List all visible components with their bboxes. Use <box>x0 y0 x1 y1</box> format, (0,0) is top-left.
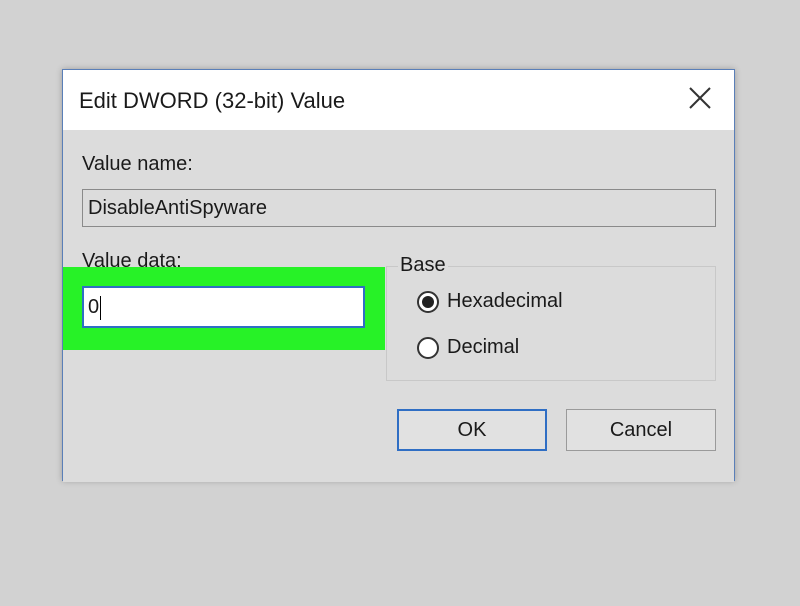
value-name-field: DisableAntiSpyware <box>82 189 716 227</box>
radio-decimal-label: Decimal <box>447 336 520 358</box>
radio-decimal[interactable]: Decimal <box>417 336 519 359</box>
close-icon <box>688 86 712 115</box>
value-name-label: Value name: <box>82 153 193 175</box>
dialog-title: Edit DWORD (32-bit) Value <box>79 88 346 113</box>
value-data-input[interactable]: 0 <box>82 286 365 328</box>
title-bar: Edit DWORD (32-bit) Value <box>63 70 734 130</box>
text-caret <box>100 295 102 320</box>
edit-dword-dialog: Edit DWORD (32-bit) Value Value name: Di… <box>62 69 735 482</box>
radio-button-selected-icon <box>417 290 439 313</box>
value-data-text: 0 <box>88 296 100 318</box>
radio-button-unselected-icon <box>417 336 439 359</box>
radio-hexadecimal-label: Hexadecimal <box>447 290 563 312</box>
base-legend: Base <box>398 254 448 277</box>
ok-button[interactable]: OK <box>397 409 547 451</box>
close-button[interactable] <box>680 82 720 118</box>
base-groupbox <box>386 266 716 381</box>
radio-dot <box>422 295 434 308</box>
cancel-button[interactable]: Cancel <box>566 409 716 451</box>
radio-hexadecimal[interactable]: Hexadecimal <box>417 290 563 313</box>
